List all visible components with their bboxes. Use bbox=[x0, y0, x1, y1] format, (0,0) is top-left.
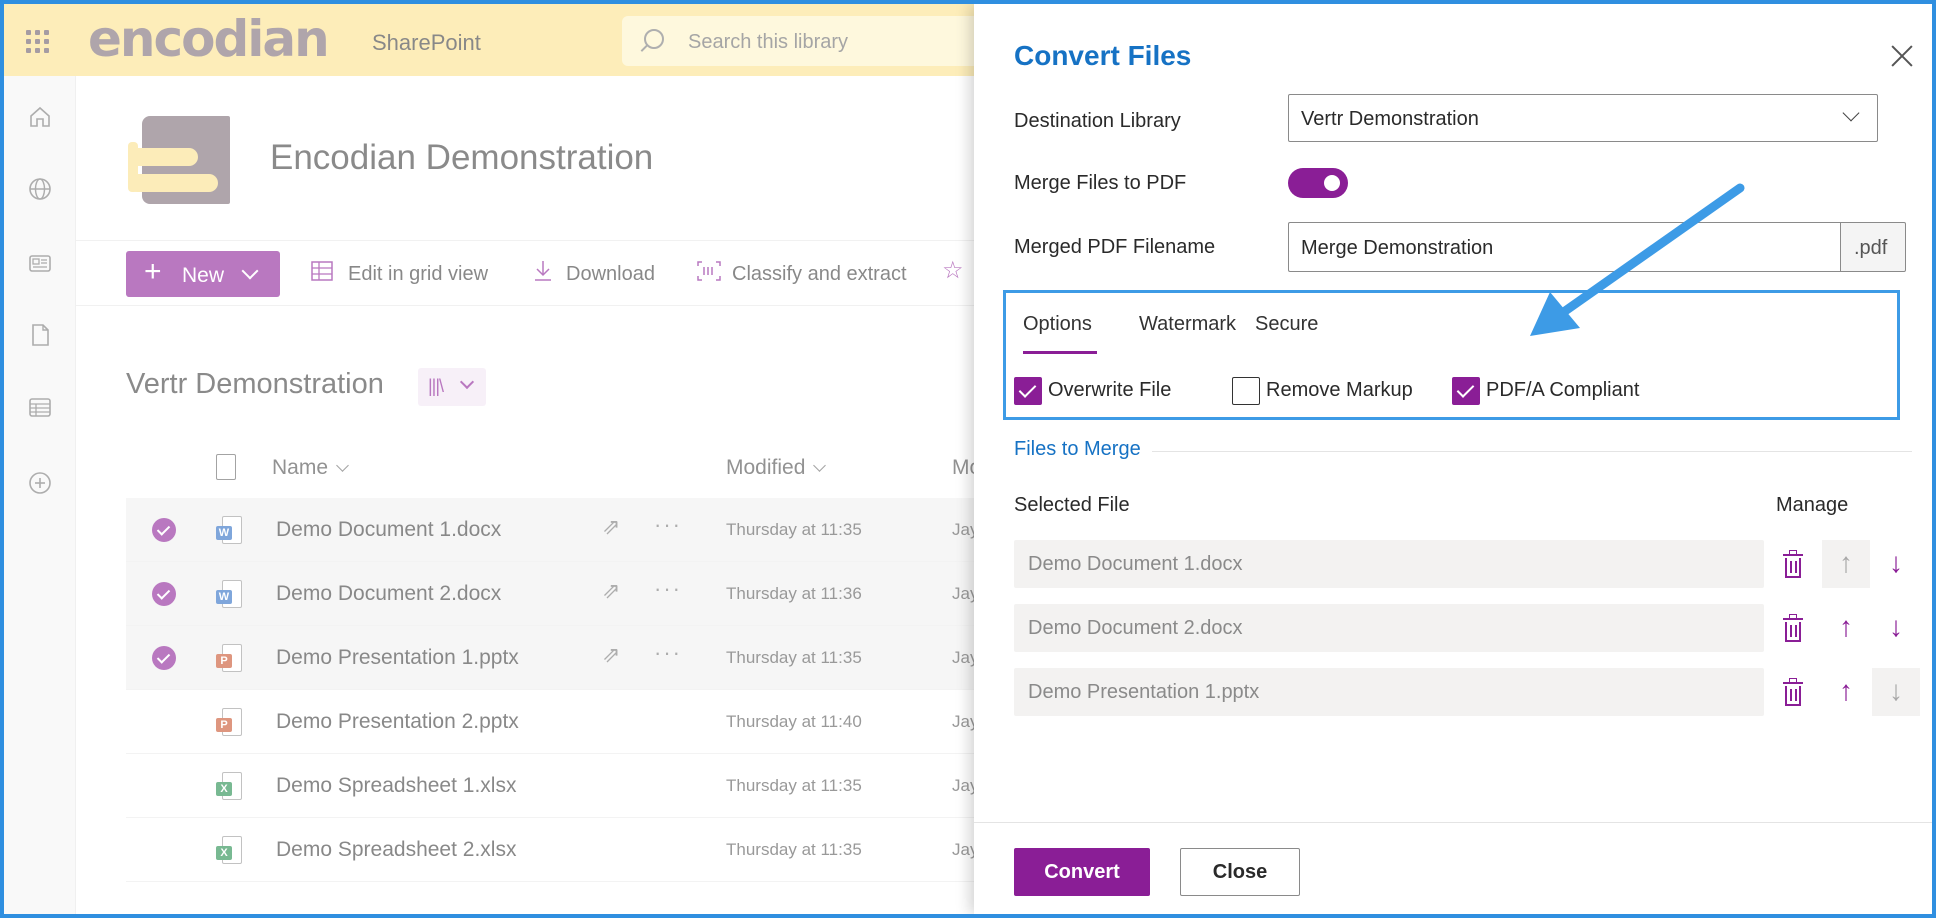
remove-markup-label[interactable]: Remove Markup bbox=[1266, 379, 1413, 402]
filename-suffix-text: .pdf bbox=[1854, 237, 1888, 259]
move-down-button[interactable]: ↓ bbox=[1872, 604, 1920, 652]
pdfa-compliant-checkbox[interactable] bbox=[1452, 377, 1480, 405]
section-divider bbox=[1152, 451, 1912, 452]
selected-file-header: Selected File bbox=[1014, 494, 1130, 516]
overwrite-file-label[interactable]: Overwrite File bbox=[1048, 379, 1171, 402]
filename-suffix: .pdf bbox=[1840, 222, 1906, 272]
overwrite-file-checkbox[interactable] bbox=[1014, 377, 1042, 405]
pdfa-compliant-label[interactable]: PDF/A Compliant bbox=[1486, 379, 1639, 402]
options-highlight-box: Options Watermark Secure Overwrite File … bbox=[1003, 290, 1900, 420]
move-down-button[interactable]: ↓ bbox=[1872, 540, 1920, 588]
convert-button[interactable]: Convert bbox=[1014, 848, 1150, 896]
footer-divider bbox=[974, 822, 1932, 823]
close-button[interactable]: Close bbox=[1180, 848, 1300, 896]
move-up-button[interactable]: ↑ bbox=[1822, 668, 1870, 716]
move-up-button[interactable]: ↑ bbox=[1822, 604, 1870, 652]
selected-file-field: Demo Presentation 1.pptx bbox=[1014, 668, 1764, 716]
panel-overlay[interactable] bbox=[4, 4, 974, 914]
merged-filename-label: Merged PDF Filename bbox=[1014, 236, 1216, 258]
merged-filename-value: Merge Demonstration bbox=[1301, 237, 1494, 259]
manage-header: Manage bbox=[1776, 494, 1849, 516]
destination-library-value: Vertr Demonstration bbox=[1301, 108, 1479, 130]
destination-library-dropdown[interactable]: Vertr Demonstration bbox=[1288, 94, 1878, 142]
selected-file-name: Demo Document 1.docx bbox=[1028, 553, 1243, 575]
tab-watermark[interactable]: Watermark bbox=[1139, 313, 1236, 336]
selected-file-field: Demo Document 2.docx bbox=[1014, 604, 1764, 652]
convert-files-panel: Convert Files Destination Library Vertr … bbox=[974, 4, 1932, 914]
delete-icon[interactable] bbox=[1782, 678, 1806, 708]
delete-icon[interactable] bbox=[1782, 550, 1806, 580]
merge-files-toggle[interactable] bbox=[1288, 168, 1348, 198]
remove-markup-checkbox[interactable] bbox=[1232, 377, 1260, 405]
panel-title: Convert Files bbox=[1014, 40, 1192, 71]
close-icon[interactable] bbox=[1890, 44, 1914, 68]
active-tab-indicator bbox=[1023, 351, 1097, 354]
move-down-button[interactable]: ↓ bbox=[1872, 668, 1920, 716]
move-up-button[interactable]: ↑ bbox=[1822, 540, 1870, 588]
annotation-arrow-icon bbox=[1530, 183, 1745, 336]
selected-file-name: Demo Presentation 1.pptx bbox=[1028, 681, 1260, 703]
tab-secure[interactable]: Secure bbox=[1255, 313, 1318, 336]
selected-file-name: Demo Document 2.docx bbox=[1028, 617, 1243, 639]
screenshot-frame: encodian SharePoint Search this library … bbox=[4, 4, 1932, 914]
selected-file-field: Demo Document 1.docx bbox=[1014, 540, 1764, 588]
tab-options[interactable]: Options bbox=[1023, 313, 1092, 336]
chevron-down-icon bbox=[1842, 104, 1860, 122]
delete-icon[interactable] bbox=[1782, 614, 1806, 644]
merge-files-label: Merge Files to PDF bbox=[1014, 172, 1187, 194]
files-to-merge-heading: Files to Merge bbox=[1014, 438, 1141, 460]
destination-library-label: Destination Library bbox=[1014, 110, 1181, 132]
